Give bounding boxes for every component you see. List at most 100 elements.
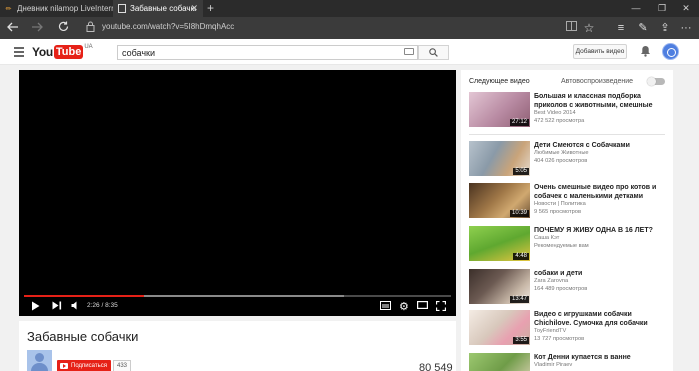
related-video-views: 164 489 просмотров [534, 285, 588, 292]
book-icon [565, 21, 577, 31]
video-duration: 10:39 [509, 210, 529, 217]
theater-icon [417, 301, 429, 310]
share-icon: ⇪ [660, 22, 670, 34]
play-button[interactable] [31, 301, 40, 313]
address-url[interactable]: youtube.com/watch?v=5I8hDmqhAcc [102, 22, 234, 31]
logo-you: You [32, 45, 53, 59]
related-video-item[interactable]: 10:39 Очень смешные видео про котов и со… [469, 183, 665, 219]
youtube-logo[interactable]: You Tube UA [32, 44, 93, 60]
back-button[interactable] [4, 20, 22, 36]
volume-button[interactable] [71, 301, 80, 313]
video-thumbnail[interactable]: 3:55 [469, 310, 530, 345]
forward-button[interactable] [28, 20, 46, 36]
view-count: 80 549 [419, 362, 453, 371]
related-video-title[interactable]: Видео с игрушками собачки Chichilove. Су… [534, 310, 665, 328]
new-tab-button[interactable]: + [207, 1, 214, 15]
video-thumbnail[interactable]: 4:48 [469, 226, 530, 261]
reading-view-button[interactable] [562, 19, 580, 37]
related-video-title[interactable]: собаки и дети [534, 269, 665, 278]
search-icon [429, 48, 438, 57]
subtitles-button[interactable] [380, 301, 391, 313]
browser-tab-2[interactable]: Забавные собачки - Yo ✕ [113, 0, 203, 17]
refresh-icon [58, 21, 68, 31]
sidebar-divider [469, 134, 665, 135]
video-thumbnail[interactable]: 10:39 [469, 183, 530, 218]
subscribe-label: Подписаться [71, 363, 107, 369]
related-video-channel[interactable]: ToyFriendTV [534, 328, 665, 336]
subscribe-button[interactable]: Подписаться [57, 360, 111, 371]
time-display: 2:26 / 8:35 [87, 302, 118, 309]
tab-1-title: Дневник nilamop LiveInternet [17, 4, 113, 13]
gear-icon: ⚙ [399, 301, 409, 313]
related-video-views: 13 727 просмотров [534, 335, 585, 342]
related-video-views: 404 026 просмотров [534, 157, 588, 164]
refresh-button[interactable] [54, 20, 72, 36]
minimize-button[interactable]: — [623, 0, 649, 17]
more-button[interactable]: ··· [677, 19, 695, 37]
video-thumbnail[interactable]: 5:05 [469, 141, 530, 176]
related-video-title[interactable]: Большая и классная подборка приколов с ж… [534, 92, 665, 110]
share-button[interactable]: ⇪ [656, 19, 674, 37]
related-video-title[interactable]: Очень смешные видео про котов и собачек … [534, 183, 665, 201]
related-video-item[interactable]: 5:05 Дети Смеются с Собачками Любимые Жи… [469, 141, 665, 177]
close-window-button[interactable]: ✕ [673, 0, 699, 17]
related-video-item[interactable]: Кот Денни купается в ванне Vladimir Pira… [469, 353, 665, 371]
related-video-item[interactable]: 27:12 Большая и классная подборка прикол… [469, 92, 665, 128]
autoplay-toggle[interactable] [647, 77, 665, 86]
page-scrollbar[interactable] [692, 65, 699, 371]
related-video-channel[interactable]: Vladimir Piraev [534, 362, 665, 370]
search-input[interactable]: собачки [117, 45, 418, 60]
related-video-views: Рекомендуемые вам [534, 242, 589, 249]
related-video-item[interactable]: 4:48 ПОЧЕМУ Я ЖИВУ ОДНА В 16 ЛЕТ? Саша К… [469, 226, 665, 262]
channel-avatar[interactable] [27, 350, 52, 371]
related-video-views: 9 565 просмотров [534, 208, 581, 215]
keyboard-icon[interactable] [404, 48, 414, 55]
document-favicon-icon [117, 4, 126, 13]
pen-icon: ✎ [638, 22, 648, 34]
upload-button[interactable]: Добавить видео [573, 44, 627, 59]
video-thumbnail[interactable]: 13:47 [469, 269, 530, 304]
account-avatar[interactable] [662, 43, 679, 60]
youtube-play-icon [60, 363, 68, 369]
browser-address-bar: youtube.com/watch?v=5I8hDmqhAcc ☆ ≡ ✎ ⇪ … [0, 17, 699, 39]
tab-close-icon[interactable]: ✕ [190, 3, 198, 14]
related-video-channel[interactable]: Zara Zarovna [534, 278, 665, 286]
related-video-item[interactable]: 13:47 собаки и дети Zara Zarovna 164 489… [469, 269, 665, 305]
settings-button[interactable]: ⚙ [399, 301, 409, 313]
related-video-channel[interactable]: Любимые Животные [534, 150, 665, 158]
progress-bar[interactable] [24, 295, 451, 297]
tab-2-title: Забавные собачки - Yo [130, 4, 196, 13]
theater-mode-button[interactable] [417, 301, 429, 313]
related-video-title[interactable]: Дети Смеются с Собачками [534, 141, 665, 150]
guide-menu-icon[interactable] [14, 47, 24, 57]
progress-played [24, 295, 144, 297]
liveinternet-favicon-icon: ✏ [5, 5, 12, 13]
video-thumbnail[interactable]: 27:12 [469, 92, 530, 127]
related-video-title[interactable]: ПОЧЕМУ Я ЖИВУ ОДНА В 16 ЛЕТ? [534, 226, 665, 235]
bell-icon[interactable] [640, 45, 651, 57]
autoplay-label: Автовоспроизведение [561, 78, 634, 85]
related-video-views: 472 522 просмотра [534, 117, 585, 124]
related-video-channel[interactable]: Новости | Политика [534, 201, 665, 209]
related-video-title[interactable]: Кот Денни купается в ванне [534, 353, 665, 362]
related-video-channel[interactable]: Саша Кэт [534, 235, 665, 243]
video-thumbnail[interactable] [469, 353, 530, 371]
favorite-button[interactable]: ☆ [580, 19, 598, 37]
web-note-button[interactable]: ✎ [634, 19, 652, 37]
volume-icon [71, 301, 77, 310]
video-player[interactable]: 2:26 / 8:35 ⚙ [19, 70, 456, 316]
search-button[interactable] [418, 45, 449, 60]
more-dots-icon: ··· [680, 22, 692, 34]
next-button[interactable] [52, 301, 62, 313]
youtube-header: You Tube UA собачки Добавить видео [0, 39, 699, 65]
up-next-heading: Следующее видео [469, 78, 530, 85]
play-icon [32, 301, 40, 311]
video-title: Забавные собачки [27, 329, 139, 344]
fullscreen-button[interactable] [435, 300, 447, 313]
star-icon: ☆ [583, 21, 595, 35]
browser-tab-1[interactable]: ✏ Дневник nilamop LiveInternet [0, 0, 113, 17]
restore-button[interactable]: ❐ [649, 0, 675, 17]
hub-button[interactable]: ≡ [612, 19, 630, 37]
related-video-channel[interactable]: Best Video 2014 [534, 110, 665, 118]
related-video-item[interactable]: 3:55 Видео с игрушками собачки Chichilov… [469, 310, 665, 346]
